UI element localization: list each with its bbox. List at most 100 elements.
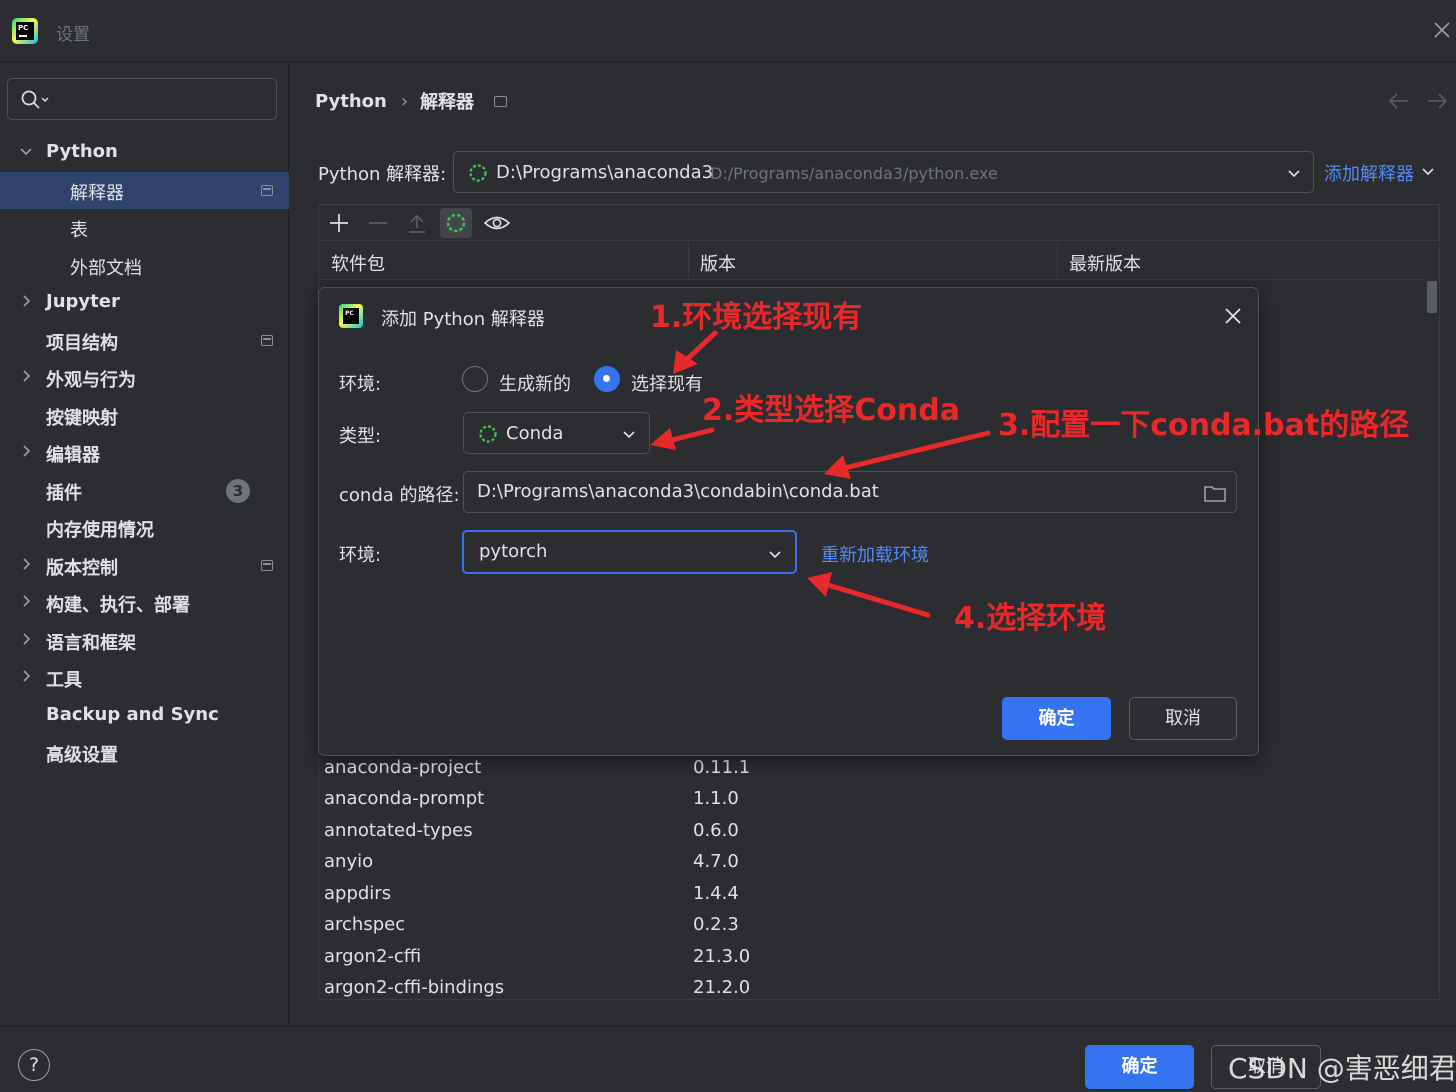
sidebar-item-jupyter[interactable]: Jupyter bbox=[0, 284, 289, 321]
package-version: 21.3.0 bbox=[693, 946, 751, 967]
history-arrows bbox=[1389, 93, 1447, 109]
sidebar-item-label: 内存使用情况 bbox=[46, 520, 154, 541]
sidebar-item-python[interactable]: Python bbox=[0, 134, 289, 171]
sidebar-item-label: 插件 bbox=[46, 483, 82, 504]
package-name: anyio bbox=[324, 851, 374, 872]
pycharm-logo-icon: PC bbox=[12, 18, 38, 44]
sidebar-item-interpreter[interactable]: 解释器 bbox=[0, 172, 289, 209]
dialog-cancel-button[interactable]: 取消 bbox=[1129, 697, 1237, 740]
chevron-right-icon: › bbox=[400, 90, 409, 112]
sidebar-item-label: 工具 bbox=[46, 670, 82, 691]
radio-select-existing[interactable] bbox=[594, 366, 620, 392]
environment-select[interactable]: pytorch bbox=[462, 530, 797, 574]
table-row[interactable]: anyio 4.7.0 bbox=[319, 847, 1419, 878]
sidebar-item-advanced[interactable]: 高级设置 bbox=[0, 734, 289, 771]
breadcrumb-current: 解释器 bbox=[420, 92, 475, 113]
reload-environments-link[interactable]: 重新加载环境 bbox=[821, 541, 929, 567]
upgrade-package-button[interactable] bbox=[401, 208, 433, 238]
sidebar-item-label: 版本控制 bbox=[46, 558, 118, 579]
chevron-right-icon bbox=[23, 445, 31, 457]
sidebar-item-vcs[interactable]: 版本控制 bbox=[0, 547, 289, 584]
settings-ok-button[interactable]: 确定 bbox=[1085, 1045, 1194, 1089]
close-icon[interactable] bbox=[1430, 18, 1454, 42]
sidebar-item-label: 外观与行为 bbox=[46, 370, 136, 391]
sidebar-item-label: Python bbox=[46, 141, 118, 162]
scrollbar-thumb[interactable] bbox=[1427, 281, 1437, 313]
sidebar-item-label: 外部文档 bbox=[70, 258, 142, 279]
radio-generate-new-label[interactable]: 生成新的 bbox=[499, 370, 571, 396]
package-name: annotated-types bbox=[324, 820, 473, 841]
table-row[interactable]: argon2-cffi-bindings 21.2.0 bbox=[319, 973, 1419, 1004]
remove-package-button[interactable] bbox=[362, 208, 394, 238]
chevron-down-icon bbox=[623, 431, 635, 439]
add-interpreter-link[interactable]: 添加解释器 bbox=[1324, 160, 1414, 186]
conda-icon bbox=[469, 164, 487, 182]
sidebar-item-languages[interactable]: 语言和框架 bbox=[0, 622, 289, 659]
folder-icon[interactable] bbox=[1203, 483, 1227, 503]
title-bar: PC 设置 bbox=[0, 0, 1456, 62]
chevron-right-icon bbox=[23, 633, 31, 645]
radio-generate-new[interactable] bbox=[462, 366, 488, 392]
add-package-button[interactable] bbox=[323, 208, 355, 238]
search-input[interactable] bbox=[7, 78, 277, 120]
chevron-right-icon bbox=[23, 295, 31, 307]
close-icon[interactable] bbox=[1223, 306, 1243, 326]
type-select[interactable]: Conda bbox=[463, 412, 650, 454]
conda-path-label: conda 的路径: bbox=[339, 485, 460, 506]
upgrade-icon bbox=[409, 214, 425, 233]
package-version: 1.1.0 bbox=[693, 788, 739, 809]
project-scope-icon bbox=[261, 185, 273, 196]
sidebar-item-project-structure[interactable]: 项目结构 bbox=[0, 322, 289, 359]
sidebar-item-backup-sync[interactable]: Backup and Sync bbox=[0, 697, 289, 734]
chevron-right-icon bbox=[23, 370, 31, 382]
package-name: appdirs bbox=[324, 883, 392, 904]
project-scope-icon bbox=[494, 95, 508, 107]
sidebar-item-tools[interactable]: 工具 bbox=[0, 659, 289, 696]
table-row[interactable]: argon2-cffi 21.3.0 bbox=[319, 942, 1419, 973]
chevron-down-icon bbox=[1422, 168, 1434, 176]
minus-icon bbox=[369, 222, 387, 224]
package-version: 4.7.0 bbox=[693, 851, 739, 872]
sidebar-item-editor[interactable]: 编辑器 bbox=[0, 434, 289, 471]
table-row[interactable]: anaconda-project 0.11.1 bbox=[319, 753, 1419, 784]
conda-toggle-button[interactable] bbox=[440, 208, 472, 238]
column-header-version[interactable]: 版本 bbox=[700, 250, 736, 276]
add-interpreter-dialog: PC 添加 Python 解释器 环境: 生成新的 选择现有 类型: Conda… bbox=[318, 287, 1259, 756]
sidebar-item-table[interactable]: 表 bbox=[0, 209, 289, 246]
package-name: anaconda-prompt bbox=[324, 788, 485, 809]
sidebar-item-memory[interactable]: 内存使用情况 bbox=[0, 509, 289, 546]
breadcrumb-root[interactable]: Python bbox=[315, 91, 387, 112]
chevron-right-icon bbox=[23, 558, 31, 570]
table-row[interactable]: anaconda-prompt 1.1.0 bbox=[319, 784, 1419, 815]
sidebar-item-keymap[interactable]: 按键映射 bbox=[0, 397, 289, 434]
sidebar-item-label: 按键映射 bbox=[46, 408, 118, 429]
table-row[interactable]: appdirs 1.4.4 bbox=[319, 879, 1419, 910]
show-early-releases-button[interactable] bbox=[479, 208, 511, 238]
table-row[interactable]: archspec 0.2.3 bbox=[319, 910, 1419, 941]
conda-path-field[interactable]: D:\Programs\anaconda3\condabin\conda.bat bbox=[463, 471, 1237, 513]
package-version: 21.2.0 bbox=[693, 977, 751, 998]
column-divider bbox=[688, 242, 689, 280]
radio-select-existing-label[interactable]: 选择现有 bbox=[631, 370, 703, 396]
sidebar-item-label: 语言和框架 bbox=[46, 633, 136, 654]
package-name: anaconda-project bbox=[324, 757, 482, 778]
project-scope-icon bbox=[261, 560, 273, 571]
dialog-ok-button[interactable]: 确定 bbox=[1002, 697, 1111, 740]
chevron-down-icon bbox=[1288, 170, 1300, 178]
table-row[interactable]: annotated-types 0.6.0 bbox=[319, 816, 1419, 847]
package-version: 0.11.1 bbox=[693, 757, 751, 778]
sidebar-item-appearance[interactable]: 外观与行为 bbox=[0, 359, 289, 396]
column-divider bbox=[1057, 242, 1058, 280]
column-header-package[interactable]: 软件包 bbox=[331, 250, 385, 276]
sidebar-item-plugins[interactable]: 插件 3 bbox=[0, 472, 289, 509]
sidebar-item-external-docs[interactable]: 外部文档 bbox=[0, 247, 289, 284]
column-header-latest[interactable]: 最新版本 bbox=[1069, 250, 1141, 276]
package-name: argon2-cffi bbox=[324, 946, 422, 967]
package-version: 0.6.0 bbox=[693, 820, 739, 841]
interpreter-select[interactable]: D:\Programs\anaconda3 D:/Programs/anacon… bbox=[453, 151, 1314, 193]
help-button[interactable]: ? bbox=[18, 1049, 50, 1081]
settings-footer: ? 确定 取消 CSDN @害恶细君 bbox=[0, 1026, 1456, 1092]
sidebar-item-build[interactable]: 构建、执行、部署 bbox=[0, 584, 289, 621]
environment-label: 环境: bbox=[339, 374, 382, 395]
pycharm-logo-icon: PC bbox=[339, 304, 363, 328]
